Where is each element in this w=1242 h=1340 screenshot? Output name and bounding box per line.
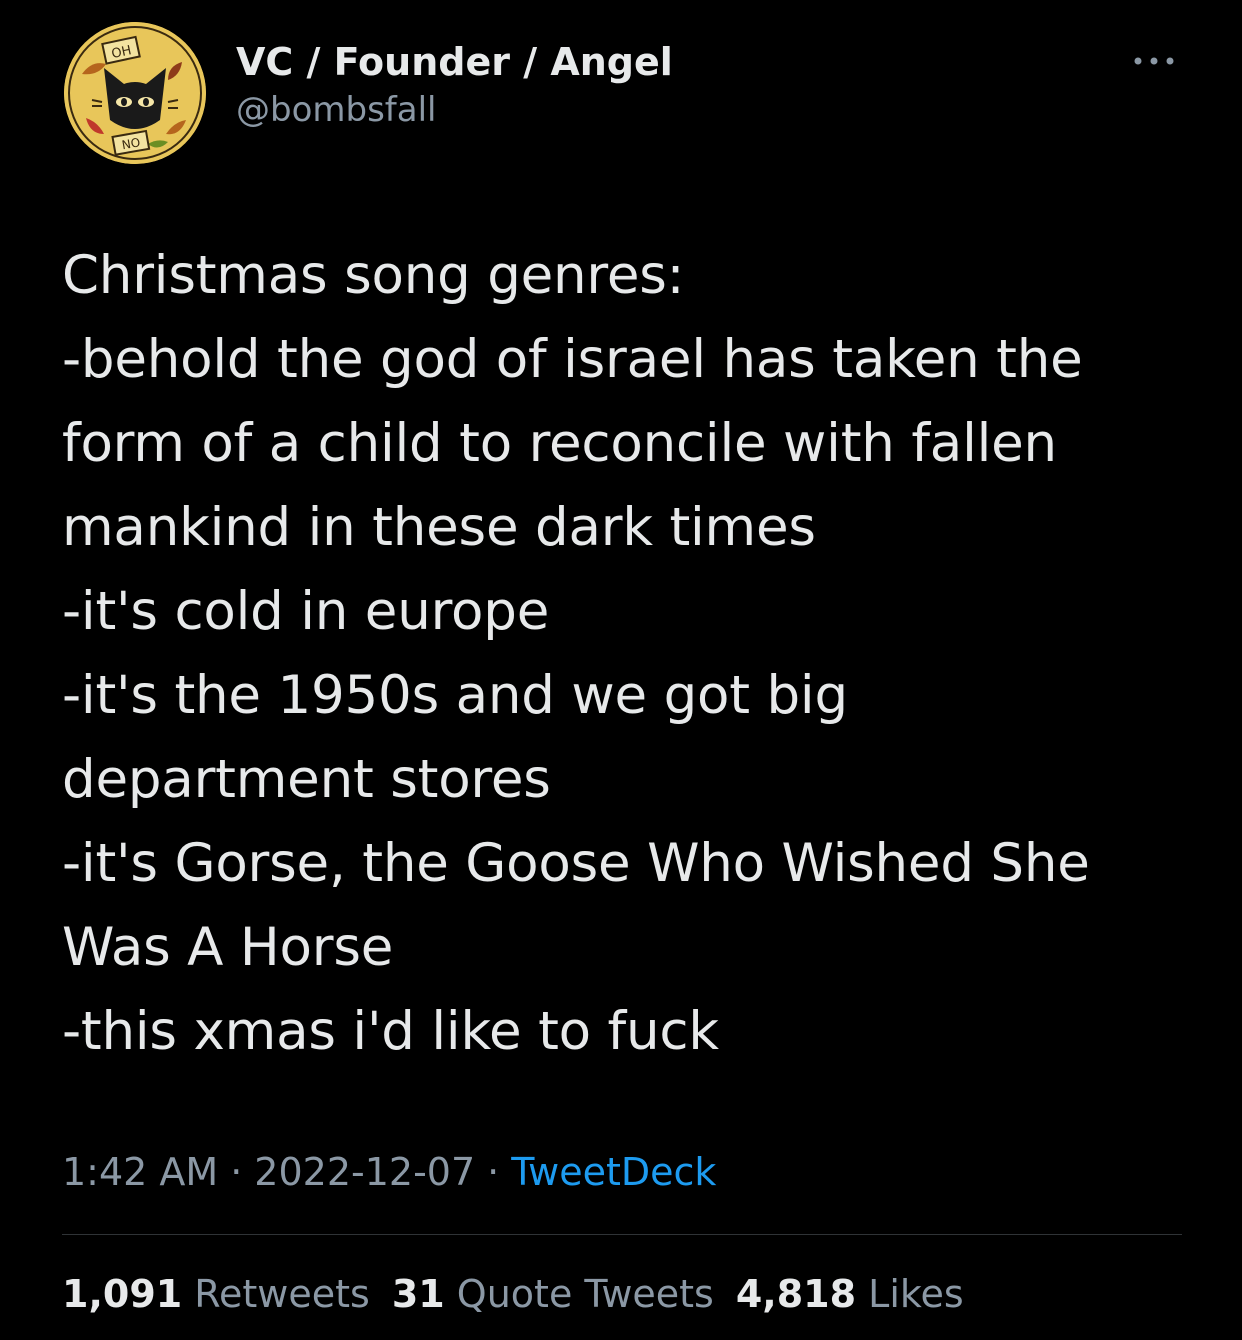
divider [62, 1234, 1182, 1235]
tweet-detail: OH NO VC / Founder / Angel @bombsfall Ch… [0, 0, 1242, 1340]
tweet-time[interactable]: 1:42 AM [62, 1150, 218, 1194]
more-options-button[interactable] [1124, 46, 1184, 76]
meta-separator: · [230, 1150, 243, 1194]
tweet-date[interactable]: 2022-12-07 [254, 1150, 475, 1194]
tweet-metadata: 1:42 AM · 2022-12-07 · TweetDeck [62, 1146, 716, 1198]
author-handle[interactable]: @bombsfall [236, 88, 673, 132]
meta-separator: · [487, 1150, 500, 1194]
engagement-stats: 1,091 Retweets 31 Quote Tweets 4,818 Likes [62, 1268, 986, 1320]
tweet-header: OH NO VC / Founder / Angel @bombsfall [64, 22, 1184, 164]
retweets-count: 1,091 [62, 1272, 183, 1316]
retweets-stat[interactable]: 1,091 Retweets [62, 1268, 370, 1320]
likes-stat[interactable]: 4,818 Likes [736, 1268, 964, 1320]
tweet-source-link[interactable]: TweetDeck [511, 1150, 716, 1194]
more-options-icon [1134, 57, 1174, 65]
quote-tweets-count: 31 [391, 1272, 445, 1316]
tweet-text: Christmas song genres: -behold the god o… [62, 245, 1090, 1062]
cat-emblem-avatar-icon: OH NO [64, 22, 206, 164]
quote-tweets-stat[interactable]: 31 Quote Tweets [392, 1268, 714, 1320]
avatar[interactable]: OH NO [64, 22, 206, 164]
author-display-name[interactable]: VC / Founder / Angel [236, 38, 673, 86]
likes-count: 4,818 [735, 1272, 857, 1316]
retweets-label: Retweets [194, 1272, 370, 1316]
author-names: VC / Founder / Angel @bombsfall [236, 38, 673, 132]
likes-label: Likes [868, 1272, 964, 1316]
quote-tweets-label: Quote Tweets [456, 1272, 714, 1316]
